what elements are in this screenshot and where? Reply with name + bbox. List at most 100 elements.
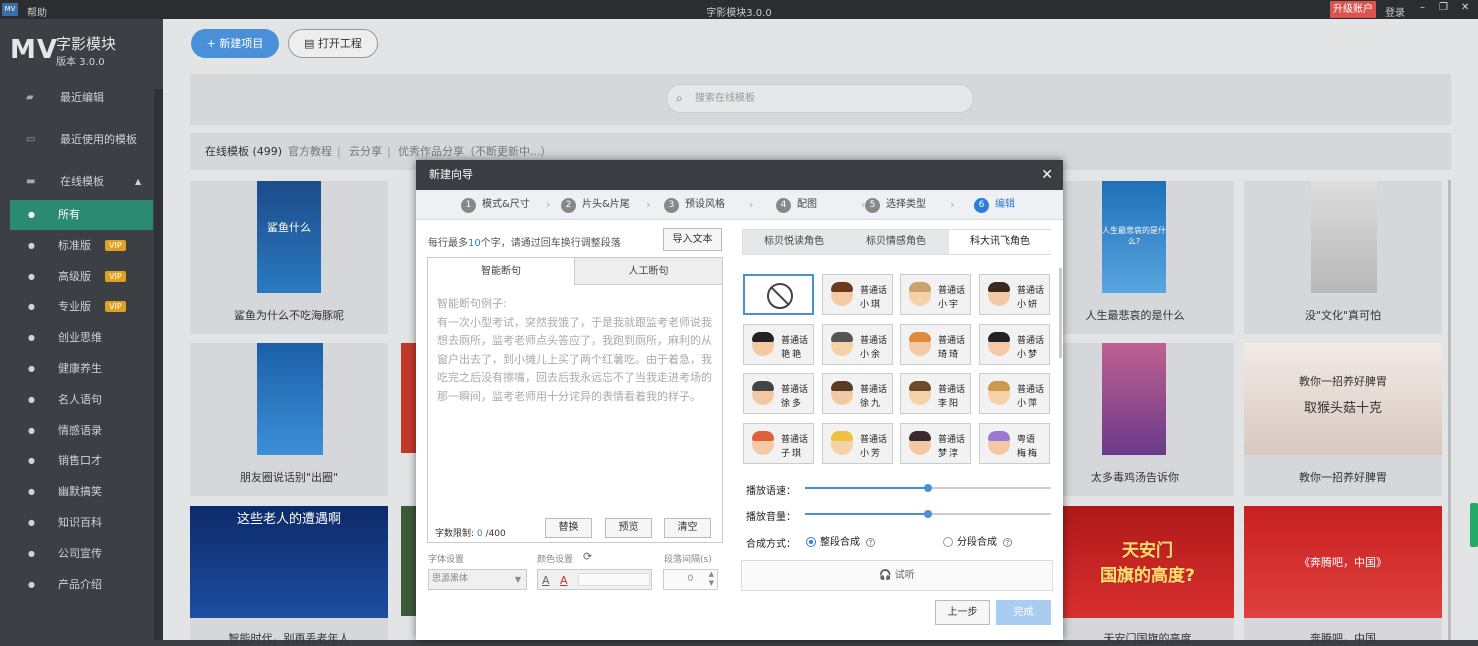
volume-slider[interactable]: [805, 510, 1051, 518]
sidebar-subitem[interactable]: ● 所有: [10, 200, 153, 230]
voice-option[interactable]: 普通话 小宇: [900, 274, 971, 315]
wizard-step[interactable]: 6 编辑: [974, 190, 1015, 220]
sidebar-subitem-label: 创业思维: [58, 331, 102, 345]
voice-option[interactable]: 普通话 徐多: [743, 373, 814, 414]
voice-option[interactable]: 普通话 小芳: [822, 422, 893, 464]
open-project-button[interactable]: ▤ 打开工程: [288, 29, 378, 58]
tab-biaobei-reading[interactable]: 标贝悦读角色: [743, 230, 845, 254]
voice-option[interactable]: 普通话 琦琦: [900, 323, 971, 365]
side-widget[interactable]: [1470, 503, 1478, 547]
template-card[interactable]: 教你一招养好脾胃 取猴头菇十克 教你一招养好脾胃: [1244, 343, 1442, 496]
color-picker[interactable]: A A: [537, 569, 652, 590]
slider-handle[interactable]: [924, 510, 932, 518]
voice-list-scrollbar[interactable]: [1059, 268, 1062, 358]
finish-button[interactable]: 完成: [996, 600, 1051, 625]
text-color-icon[interactable]: A: [542, 571, 550, 590]
new-project-button[interactable]: + 新建项目: [191, 29, 279, 58]
voice-option[interactable]: 普通话 艳艳: [743, 323, 814, 365]
template-card[interactable]: 《奔腾吧，中国》 奔腾吧，中国: [1244, 506, 1442, 645]
close-window-icon[interactable]: ✕: [1461, 2, 1469, 13]
color-swatch[interactable]: [578, 573, 650, 586]
step-number: 1: [461, 198, 476, 213]
minimize-icon[interactable]: –: [1420, 2, 1425, 13]
sidebar-item-recent-edits[interactable]: ▰ 最近编辑: [0, 83, 163, 113]
wizard-step[interactable]: 1 模式&尺寸: [461, 190, 530, 220]
template-card[interactable]: 鲨鱼什么 鲨鱼为什么不吃海豚呢: [190, 181, 388, 334]
template-card[interactable]: 没"文化"真可怕: [1244, 181, 1442, 334]
sidebar-subitem[interactable]: ● 幽默搞笑: [10, 477, 153, 507]
voice-none-option[interactable]: [743, 274, 814, 315]
sidebar-subitem[interactable]: ● 产品介绍: [10, 570, 153, 600]
restore-icon[interactable]: ❐: [1439, 2, 1448, 13]
sidebar-subitem[interactable]: ● 名人语句: [10, 385, 153, 415]
tab-smart-split[interactable]: 智能断句: [428, 258, 575, 285]
spacing-input[interactable]: 0 ▲ ▼: [663, 569, 718, 590]
script-textarea[interactable]: 智能断句例子: 有一次小型考试，突然我饿了，于是我就跟监考老师说我想去厕所，监考…: [437, 295, 717, 406]
voice-option[interactable]: 普通话 徐九: [822, 373, 893, 414]
slider-handle[interactable]: [924, 484, 932, 492]
radio-unchecked-icon[interactable]: [943, 537, 953, 547]
login-button[interactable]: 登录: [1385, 4, 1405, 19]
speed-slider[interactable]: [805, 484, 1051, 492]
synth-whole-radio[interactable]: 整段合成?: [806, 533, 875, 548]
sidebar-subitem[interactable]: ● 健康养生: [10, 354, 153, 384]
sidebar-item-online-templates[interactable]: ▬ 在线模板 ▲: [0, 167, 163, 197]
voice-option[interactable]: 普通话 梦淳: [900, 422, 971, 464]
voice-option[interactable]: 普通话 小萍: [979, 373, 1050, 414]
voice-option[interactable]: 普通话 小余: [822, 323, 893, 365]
stepper-icon[interactable]: ▲ ▼: [709, 570, 714, 588]
help-icon[interactable]: ?: [1003, 537, 1012, 547]
sidebar-subitem[interactable]: ● 专业版 VIP: [10, 292, 153, 322]
tab-cloud-share[interactable]: 云分享: [349, 133, 382, 170]
template-card[interactable]: 这些老人的遭遇啊 智能时代，别再丢老年人: [190, 506, 388, 645]
radio-checked-icon[interactable]: [806, 537, 816, 547]
voice-option[interactable]: 普通话 子琪: [743, 422, 814, 464]
voice-option[interactable]: 普通话 小琪: [822, 274, 893, 315]
tab-online-templates[interactable]: 在线模板 (499): [205, 133, 282, 170]
template-card[interactable]: 人生最悲哀的是什么? 人生最悲哀的是什么: [1036, 181, 1234, 334]
sidebar-subitem[interactable]: ● 公司宣传: [10, 539, 153, 569]
replace-button[interactable]: 替换: [545, 518, 592, 538]
tab-official-tutorial[interactable]: 官方教程: [288, 133, 332, 170]
template-card[interactable]: 朋友圈说话别"出圈": [190, 343, 388, 496]
refresh-icon[interactable]: ⟳: [583, 550, 592, 563]
wizard-step[interactable]: 4 配图: [776, 190, 817, 220]
sidebar-subitem-label: 标准版: [58, 238, 91, 252]
preview-button[interactable]: 预览: [605, 518, 652, 538]
tab-biaobei-emotion[interactable]: 标贝情感角色: [845, 230, 947, 254]
listen-button[interactable]: 🎧 试听: [741, 560, 1053, 591]
voice-option[interactable]: 普通话 小梦: [979, 323, 1050, 365]
tab-iflytek[interactable]: 科大讯飞角色: [949, 230, 1051, 254]
voice-option[interactable]: 普通话 李阳: [900, 373, 971, 414]
template-card-partial[interactable]: [401, 343, 416, 453]
wizard-step[interactable]: 2 片头&片尾: [561, 190, 630, 220]
template-card[interactable]: 太多毒鸡汤告诉你: [1036, 343, 1234, 496]
wizard-step[interactable]: 3 预设风格: [664, 190, 725, 220]
stroke-color-icon[interactable]: A: [560, 571, 568, 590]
upgrade-account-button[interactable]: 升级账户: [1330, 1, 1376, 18]
search-input[interactable]: ⌕ 搜索在线模板: [666, 84, 974, 113]
previous-step-button[interactable]: 上一步: [935, 600, 990, 625]
clear-button[interactable]: 清空: [664, 518, 711, 538]
font-select[interactable]: 思源黑体 ▼: [428, 569, 527, 590]
step-label: 选择类型: [886, 199, 926, 210]
template-card[interactable]: 天安门 国旗的高度? 天安门国旗的高度: [1061, 506, 1234, 645]
import-text-button[interactable]: 导入文本: [663, 228, 722, 251]
templates-scrollbar[interactable]: [1448, 180, 1451, 640]
voice-option[interactable]: 普通话 小妍: [979, 274, 1050, 315]
synth-segment-radio[interactable]: 分段合成?: [943, 533, 1012, 548]
sidebar-subitem[interactable]: ● 标准版 VIP: [10, 231, 153, 261]
template-card-partial[interactable]: [401, 506, 416, 616]
wizard-step[interactable]: 5 选择类型: [865, 190, 926, 220]
sidebar-subitem[interactable]: ● 创业思维: [10, 323, 153, 353]
voice-name: 徐多: [781, 399, 804, 409]
close-icon[interactable]: ✕: [1041, 160, 1053, 190]
voice-option[interactable]: 粤语 梅梅: [979, 422, 1050, 464]
sidebar-subitem[interactable]: ● 知识百科: [10, 508, 153, 538]
help-icon[interactable]: ?: [866, 537, 875, 547]
sidebar-item-recent-templates[interactable]: ▭ 最近使用的模板: [0, 125, 163, 155]
tab-manual-split[interactable]: 人工断句: [575, 258, 722, 285]
sidebar-subitem[interactable]: ● 高级版 VIP: [10, 262, 153, 292]
sidebar-subitem[interactable]: ● 销售口才: [10, 446, 153, 476]
sidebar-subitem[interactable]: ● 情感语录: [10, 416, 153, 446]
